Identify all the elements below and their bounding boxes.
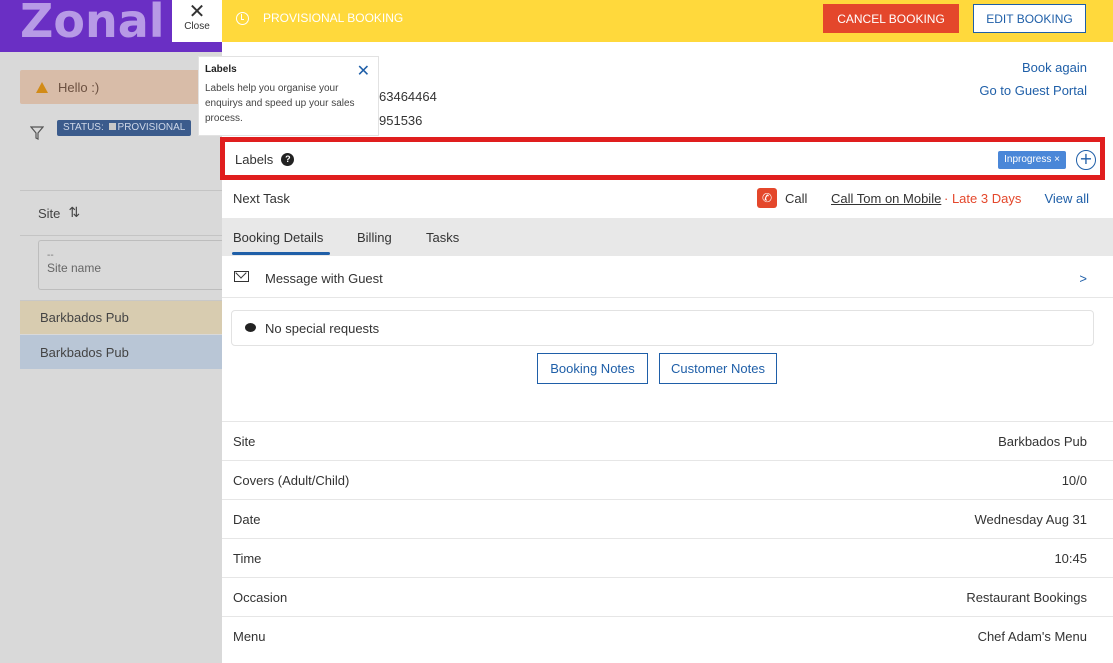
close-button[interactable]: ✕ Close xyxy=(172,0,222,42)
label-tag[interactable]: Inprogress × xyxy=(998,151,1066,169)
active-tab-indicator xyxy=(232,252,330,255)
detail-value: 10/0 xyxy=(1061,473,1087,488)
tab-tasks[interactable]: Tasks xyxy=(426,230,459,245)
chevron-right-icon: > xyxy=(1079,271,1087,286)
detail-value: 10:45 xyxy=(1054,551,1087,566)
detail-key: Covers (Adult/Child) xyxy=(233,473,350,488)
customer-notes-button[interactable]: Customer Notes xyxy=(659,353,777,384)
booking-notes-button[interactable]: Booking Notes xyxy=(537,353,648,384)
secondary-number: 951536 xyxy=(379,113,423,128)
label-tag-text: Inprogress xyxy=(1004,154,1052,165)
detail-value: Restaurant Bookings xyxy=(966,590,1087,605)
detail-key: Site xyxy=(233,434,256,449)
greeting-text: Hello :) xyxy=(58,79,100,95)
edit-booking-button[interactable]: EDIT BOOKING xyxy=(973,4,1086,33)
list-item[interactable]: Barkbados Pub xyxy=(20,300,222,334)
list-item[interactable]: Barkbados Pub xyxy=(20,335,222,369)
status-text: PROVISIONAL BOOKING xyxy=(263,11,404,25)
cancel-booking-button[interactable]: CANCEL BOOKING xyxy=(823,4,959,33)
site-name-input[interactable]: -- Site name xyxy=(38,240,222,290)
task-due-status: · Late 3 Days xyxy=(944,191,1022,206)
detail-value: Chef Adam's Menu xyxy=(977,629,1087,644)
provisional-status: PROVISIONAL BOOKING xyxy=(236,11,403,25)
close-icon: ✕ xyxy=(188,0,206,23)
clock-icon xyxy=(236,11,249,25)
detail-value: Wednesday Aug 31 xyxy=(974,512,1087,527)
tab-billing[interactable]: Billing xyxy=(357,230,392,245)
status-badge-label: STATUS: xyxy=(63,122,104,133)
add-label-icon[interactable]: + xyxy=(1076,150,1096,170)
detail-key: Time xyxy=(233,551,262,566)
phone-icon: ✆ xyxy=(757,188,777,208)
labels-heading: Labels ? xyxy=(235,152,295,167)
detail-row-covers: Covers (Adult/Child) 10/0 xyxy=(222,460,1113,499)
next-task-label: Next Task xyxy=(233,191,290,206)
labels-row: Labels ? Inprogress × + xyxy=(220,137,1105,180)
booking-list-panel: Hello :) STATUS: PROVISIONAL Site ⇅ -- S… xyxy=(20,52,222,663)
site-header-label: Site xyxy=(38,205,61,221)
status-filter-badge[interactable]: STATUS: PROVISIONAL xyxy=(57,120,192,136)
filter-row: STATUS: PROVISIONAL xyxy=(20,118,222,148)
detail-row-date: Date Wednesday Aug 31 xyxy=(222,499,1113,538)
book-again-link[interactable]: Book again xyxy=(1022,60,1087,75)
next-task-row: Next Task ✆ Call Call Tom on Mobile · La… xyxy=(222,180,1113,218)
special-requests-text: No special requests xyxy=(265,321,380,336)
envelope-icon xyxy=(234,271,249,282)
warning-icon xyxy=(36,81,48,93)
close-label: Close xyxy=(184,21,210,32)
detail-value: Barkbados Pub xyxy=(998,434,1087,449)
site-input-value: -- xyxy=(47,250,54,261)
detail-key: Menu xyxy=(233,629,266,644)
message-guest-label: Message with Guest xyxy=(265,271,383,286)
zonal-logo: Zonal xyxy=(20,0,165,48)
tooltip-close-icon[interactable]: ✕ xyxy=(357,61,370,80)
filter-icon[interactable] xyxy=(30,126,44,140)
call-label: Call xyxy=(785,191,808,206)
site-column-header[interactable]: Site ⇅ xyxy=(20,190,222,236)
help-icon[interactable]: ? xyxy=(281,153,295,166)
message-guest-row[interactable]: Message with Guest > xyxy=(222,258,1113,298)
tab-booking-details[interactable]: Booking Details xyxy=(233,230,323,245)
detail-row-site: Site Barkbados Pub xyxy=(222,421,1113,460)
status-badge-value: PROVISIONAL xyxy=(117,122,186,133)
task-link[interactable]: Call Tom on Mobile xyxy=(831,191,941,206)
greeting-alert: Hello :) xyxy=(20,70,222,104)
tooltip-title: Labels xyxy=(205,64,237,75)
booking-status-bar: PROVISIONAL BOOKING CANCEL BOOKING EDIT … xyxy=(222,0,1113,42)
sort-icon[interactable]: ⇅ xyxy=(68,205,80,221)
detail-key: Occasion xyxy=(233,590,288,605)
labels-label: Labels xyxy=(235,152,274,167)
tooltip-body: Labels help you organise your enquirys a… xyxy=(205,83,355,124)
detail-row-menu: Menu Chef Adam's Menu xyxy=(222,616,1113,655)
detail-row-time: Time 10:45 xyxy=(222,538,1113,577)
phone-number: 63464464 xyxy=(379,89,437,104)
view-all-tasks-link[interactable]: View all xyxy=(1044,191,1089,206)
detail-key: Date xyxy=(233,512,261,527)
labels-tooltip: Labels ✕ Labels help you organise your e… xyxy=(198,56,379,136)
site-input-placeholder: Site name xyxy=(47,261,102,275)
tabs-bar: Booking Details Billing Tasks xyxy=(222,218,1113,256)
special-requests-box: No special requests xyxy=(231,310,1094,346)
guest-portal-link[interactable]: Go to Guest Portal xyxy=(979,83,1087,98)
status-color-swatch xyxy=(108,123,116,130)
remove-tag-icon[interactable]: × xyxy=(1054,154,1060,165)
speech-bubble-icon xyxy=(245,323,256,332)
detail-row-occasion: Occasion Restaurant Bookings xyxy=(222,577,1113,616)
